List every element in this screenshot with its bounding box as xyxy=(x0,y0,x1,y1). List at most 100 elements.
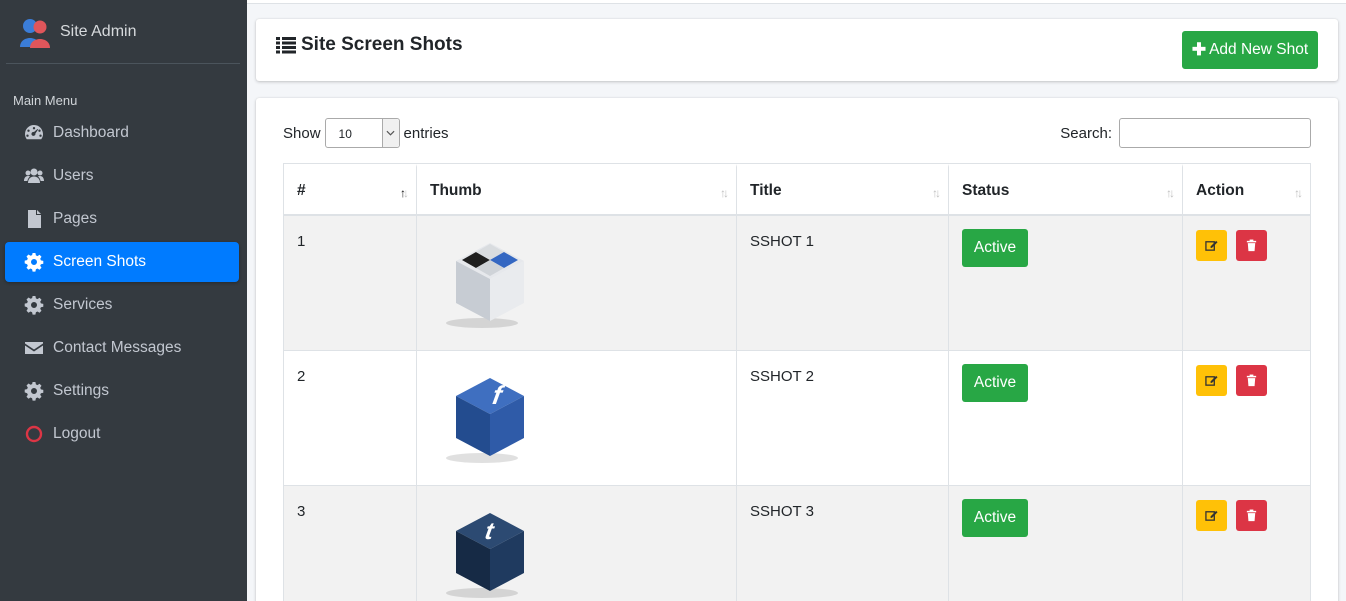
sidebar-item-label: Pages xyxy=(53,210,97,227)
screenshots-table-card: Show 10 entries Search: # ↑↓ Thumb ↑↓ Titl… xyxy=(256,98,1338,601)
add-new-shot-label: Add New Shot xyxy=(1209,41,1309,58)
edit-button[interactable] xyxy=(1196,365,1227,396)
cell-thumb: f xyxy=(417,351,737,486)
add-new-shot-button[interactable]: ✚ Add New Shot xyxy=(1182,31,1318,69)
table-header-row: # ↑↓ Thumb ↑↓ Title ↑↓ Status ↑↓ Action ↑↓ xyxy=(284,164,1310,216)
sort-icon: ↑↓ xyxy=(1166,186,1175,200)
cell-thumb: t xyxy=(417,486,737,601)
column-header-label: Thumb xyxy=(430,181,482,199)
delete-button[interactable] xyxy=(1236,365,1267,396)
cell-status: Active xyxy=(949,351,1183,486)
column-header-label: # xyxy=(297,181,306,199)
brand-title: Site Admin xyxy=(60,22,137,40)
sort-icon: ↑↓ xyxy=(1294,186,1303,200)
gear-icon xyxy=(23,251,45,273)
brand[interactable]: Site Admin xyxy=(6,0,240,64)
cell-number: 1 xyxy=(284,216,417,351)
column-header-label: Action xyxy=(1196,181,1245,199)
users-icon xyxy=(23,165,45,187)
sidebar-item-screen-shots[interactable]: Screen Shots xyxy=(5,242,239,282)
cell-number: 3 xyxy=(284,486,417,601)
column-header-label: Status xyxy=(962,181,1010,199)
edit-icon xyxy=(1205,375,1218,386)
cell-actions xyxy=(1183,216,1310,351)
entries-label: entries xyxy=(403,124,449,142)
cell-title: SSHOT 3 xyxy=(737,486,949,601)
list-icon xyxy=(276,37,296,54)
column-header-title[interactable]: Title ↑↓ xyxy=(737,164,949,216)
cell-status: Active xyxy=(949,216,1183,351)
trash-icon xyxy=(1246,239,1257,252)
edit-icon xyxy=(1205,240,1218,251)
status-badge: Active xyxy=(962,364,1028,402)
sidebar-item-settings[interactable]: Settings xyxy=(5,371,239,411)
sort-asc-icon: ↑↓ xyxy=(400,186,409,200)
entries-select[interactable]: 10 xyxy=(324,118,400,148)
tachometer-icon xyxy=(23,122,45,144)
sidebar-item-label: Settings xyxy=(53,382,110,399)
entries-length-control: Show 10 entries xyxy=(283,118,449,148)
column-header-action[interactable]: Action ↑↓ xyxy=(1183,164,1310,216)
table-row: 1 SSHOT 1 Active xyxy=(284,216,1310,351)
gear-icon xyxy=(23,294,45,316)
sort-icon: ↑↓ xyxy=(720,186,729,200)
sidebar-item-pages[interactable]: Pages xyxy=(5,199,239,239)
edit-icon xyxy=(1205,510,1218,521)
sidebar-item-users[interactable]: Users xyxy=(5,156,239,196)
facebook-cube-thumbnail: f xyxy=(446,378,524,463)
file-icon xyxy=(23,208,45,230)
sidebar-item-label: Logout xyxy=(53,425,101,442)
column-header-thumb[interactable]: Thumb ↑↓ xyxy=(417,164,737,216)
edit-button[interactable] xyxy=(1196,500,1227,531)
status-badge: Active xyxy=(962,229,1028,267)
top-navbar xyxy=(247,0,1346,4)
table-search: Search: xyxy=(1060,118,1311,148)
cell-actions xyxy=(1183,486,1310,601)
page-header-card: Site Screen Shots ✚ Add New Shot xyxy=(256,19,1338,81)
trash-icon xyxy=(1246,374,1257,387)
sidebar-item-label: Users xyxy=(53,167,94,184)
plus-icon: ✚ xyxy=(1191,40,1207,59)
page-title: Site Screen Shots xyxy=(276,34,463,56)
cell-title: SSHOT 2 xyxy=(737,351,949,486)
page-title-text: Site Screen Shots xyxy=(301,34,463,55)
sidebar-item-services[interactable]: Services xyxy=(5,285,239,325)
sidebar-item-logout[interactable]: Logout xyxy=(5,414,239,454)
sort-icon: ↑↓ xyxy=(932,186,941,200)
cell-title: SSHOT 1 xyxy=(737,216,949,351)
column-header-label: Title xyxy=(750,181,782,199)
screenshots-table: # ↑↓ Thumb ↑↓ Title ↑↓ Status ↑↓ Action ↑↓ 1 xyxy=(283,163,1311,601)
column-header-number[interactable]: # ↑↓ xyxy=(284,164,417,216)
sidebar-item-label: Dashboard xyxy=(53,124,129,141)
admin-users-logo-icon xyxy=(18,15,52,49)
sidebar-item-label: Screen Shots xyxy=(53,253,147,270)
column-header-status[interactable]: Status ↑↓ xyxy=(949,164,1183,216)
sidebar-item-dashboard[interactable]: Dashboard xyxy=(5,113,239,153)
cell-actions xyxy=(1183,351,1310,486)
power-icon xyxy=(23,423,45,445)
edit-button[interactable] xyxy=(1196,230,1227,261)
gear-icon xyxy=(23,380,45,402)
table-row: 3 t SSHOT 3 Active xyxy=(284,486,1310,601)
trash-icon xyxy=(1246,509,1257,522)
search-input[interactable] xyxy=(1119,118,1311,148)
cell-number: 2 xyxy=(284,351,417,486)
sidebar: Site Admin Main Menu Dashboard Users Pag… xyxy=(0,0,247,601)
chevron-down-icon xyxy=(381,119,399,147)
show-label: Show xyxy=(283,124,321,142)
envelope-icon xyxy=(23,337,45,359)
cell-status: Active xyxy=(949,486,1183,601)
search-label: Search: xyxy=(1060,124,1112,142)
box-logo-thumbnail xyxy=(446,243,524,328)
table-row: 2 f SSHOT 2 Active xyxy=(284,351,1310,486)
delete-button[interactable] xyxy=(1236,230,1267,261)
delete-button[interactable] xyxy=(1236,500,1267,531)
sidebar-item-label: Contact Messages xyxy=(53,339,182,356)
status-badge: Active xyxy=(962,499,1028,537)
sidebar-item-label: Services xyxy=(53,296,113,313)
tumblr-cube-thumbnail: t xyxy=(446,513,524,598)
sidebar-item-contact-messages[interactable]: Contact Messages xyxy=(5,328,239,368)
menu-header: Main Menu xyxy=(13,93,78,108)
cell-thumb xyxy=(417,216,737,351)
sidebar-nav: Dashboard Users Pages Screen Shots Servi… xyxy=(0,113,247,454)
